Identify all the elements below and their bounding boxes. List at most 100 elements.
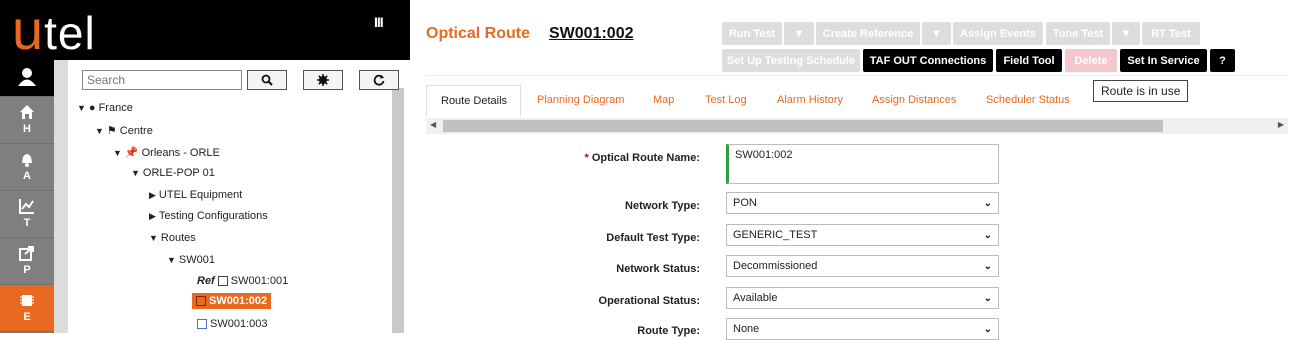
- user-icon: [18, 68, 36, 86]
- tab-test-log[interactable]: Test Log: [705, 85, 747, 116]
- sidebar-item-p[interactable]: P: [0, 238, 54, 285]
- route-icon: [197, 319, 207, 329]
- chevron-down-icon: ⌄: [983, 261, 992, 272]
- delete-button[interactable]: Delete: [1065, 49, 1117, 72]
- tab-map[interactable]: Map: [653, 85, 674, 116]
- tone-test-dropdown[interactable]: ▼: [1112, 22, 1140, 45]
- settings-button[interactable]: [303, 70, 343, 90]
- expand-down-icon[interactable]: ▼: [167, 255, 176, 265]
- network-type-select[interactable]: PON ⌄: [726, 192, 999, 214]
- tree-node[interactable]: SW001:003: [197, 318, 267, 330]
- page-title: Optical Route: [426, 25, 531, 42]
- gear-icon: [317, 74, 329, 86]
- network-status-select[interactable]: Decommissioned ⌄: [726, 255, 999, 277]
- sidebar-item-label: P: [23, 264, 31, 276]
- globe-icon: ●: [88, 102, 96, 114]
- run-test-button[interactable]: Run Test: [722, 22, 782, 45]
- route-type-label: Route Type:: [637, 325, 700, 337]
- assign-events-button[interactable]: Assign Events: [953, 22, 1043, 45]
- scroll-left-icon[interactable]: ◀: [430, 120, 436, 129]
- home-icon: [20, 105, 34, 119]
- operational-status-label: Operational Status:: [598, 295, 700, 307]
- chip-icon: [20, 295, 34, 306]
- taf-out-connections-button[interactable]: TAF OUT Connections: [863, 49, 993, 72]
- route-icon: [196, 296, 206, 306]
- run-test-dropdown[interactable]: ▼: [784, 22, 814, 45]
- network-type-label: Network Type:: [625, 200, 700, 212]
- tree-node[interactable]: ▼ Routes: [149, 232, 196, 244]
- tree-node[interactable]: ▼ ⚑ Centre: [95, 124, 153, 138]
- sidebar-item-equipment[interactable]: E: [0, 285, 54, 332]
- create-reference-button[interactable]: Create Reference: [816, 22, 920, 45]
- expand-down-icon[interactable]: ▼: [95, 126, 104, 136]
- expand-right-icon[interactable]: ▶: [149, 190, 156, 201]
- tree-node[interactable]: ▼ SW001: [167, 254, 215, 266]
- tree-node[interactable]: ▼ 📌 Orleans - ORLE: [113, 146, 220, 160]
- tab-planning-diagram[interactable]: Planning Diagram: [537, 85, 624, 116]
- field-tool-button[interactable]: Field Tool: [996, 49, 1062, 72]
- search-icon: [261, 74, 273, 86]
- tree-node[interactable]: ▼ ● France: [77, 102, 133, 114]
- search-button[interactable]: [247, 70, 287, 90]
- optical-route-name-label: * Optical Route Name:: [584, 152, 700, 164]
- tree-node[interactable]: ▼ ORLE-POP 01: [131, 167, 215, 179]
- tab-route-details[interactable]: Route Details: [426, 85, 521, 116]
- refresh-icon: [373, 74, 385, 86]
- scrollbar-thumb[interactable]: [443, 120, 1163, 132]
- expand-down-icon[interactable]: ▼: [113, 148, 122, 158]
- chevron-down-icon: ⌄: [983, 293, 992, 304]
- sidebar-item-alarms[interactable]: A: [0, 144, 54, 191]
- operational-status-select[interactable]: Available ⌄: [726, 287, 999, 309]
- default-test-type-select[interactable]: GENERIC_TEST ⌄: [726, 224, 999, 246]
- expand-down-icon[interactable]: ▼: [77, 103, 86, 113]
- expand-down-icon[interactable]: ▼: [149, 233, 158, 243]
- utel-logo: utel: [12, 0, 96, 61]
- chevron-down-icon: ⌄: [983, 324, 992, 335]
- expand-right-icon[interactable]: ▶: [149, 211, 156, 222]
- set-in-service-button[interactable]: Set In Service: [1120, 49, 1207, 72]
- optical-route-name-input[interactable]: SW001:002: [726, 144, 999, 184]
- tab-scheduler-status[interactable]: Scheduler Status: [986, 85, 1070, 116]
- tone-test-button[interactable]: Tone Test: [1046, 22, 1110, 45]
- tree-scrollbar[interactable]: [392, 88, 404, 333]
- sidebar-item-label: E: [23, 311, 31, 323]
- share-icon: [19, 246, 34, 261]
- tab-scrollbar[interactable]: ◀ ▶: [426, 118, 1288, 134]
- main-panel: Optical Route SW001:002 Run Test ▼ Creat…: [410, 0, 1295, 340]
- tree-node-selected[interactable]: SW001:002: [192, 293, 272, 309]
- chevron-down-icon: ⌄: [983, 198, 992, 209]
- route-type-select[interactable]: None ⌄: [726, 318, 999, 340]
- scroll-right-icon[interactable]: ▶: [1278, 120, 1284, 129]
- sidebar-item-label: A: [23, 170, 31, 182]
- chevron-down-icon: ⌄: [983, 230, 992, 241]
- help-button[interactable]: ?: [1210, 49, 1235, 72]
- sidebar-item-home[interactable]: H: [0, 97, 54, 144]
- tree-node[interactable]: ▶ UTEL Equipment: [149, 189, 242, 201]
- flag-icon: ⚑: [106, 125, 117, 137]
- sidebar-scrollbar[interactable]: [54, 60, 68, 333]
- route-id: SW001:002: [549, 25, 634, 42]
- route-icon: [217, 276, 228, 286]
- pin-icon: 📌: [124, 147, 139, 159]
- refresh-button[interactable]: [359, 70, 399, 90]
- bell-icon: [22, 154, 32, 167]
- logo-bar: utel III: [0, 0, 410, 60]
- divider: [426, 75, 1288, 76]
- network-status-label: Network Status:: [616, 263, 700, 275]
- set-up-testing-schedule-button[interactable]: Set Up Testing Schedule: [722, 49, 860, 72]
- tab-assign-distances[interactable]: Assign Distances: [872, 85, 956, 116]
- tree-search-input[interactable]: [82, 70, 242, 90]
- rt-test-button[interactable]: RT Test: [1142, 22, 1200, 45]
- sidebar-item-tests[interactable]: T: [0, 191, 54, 238]
- user-button[interactable]: [0, 60, 54, 97]
- default-test-type-label: Default Test Type:: [606, 232, 700, 244]
- sidebar-item-label: T: [23, 217, 31, 229]
- expand-down-icon[interactable]: ▼: [131, 168, 140, 178]
- tree-node[interactable]: Ref SW001:001: [197, 275, 288, 287]
- icon-sidebar: H A T P E: [0, 60, 54, 333]
- tab-alarm-history[interactable]: Alarm History: [777, 85, 843, 116]
- create-reference-dropdown[interactable]: ▼: [922, 22, 951, 45]
- menu-toggle-button[interactable]: III: [374, 14, 384, 30]
- tab-bar: Route Details Planning Diagram Map Test …: [426, 85, 1286, 116]
- tree-node[interactable]: ▶ Testing Configurations: [149, 210, 268, 222]
